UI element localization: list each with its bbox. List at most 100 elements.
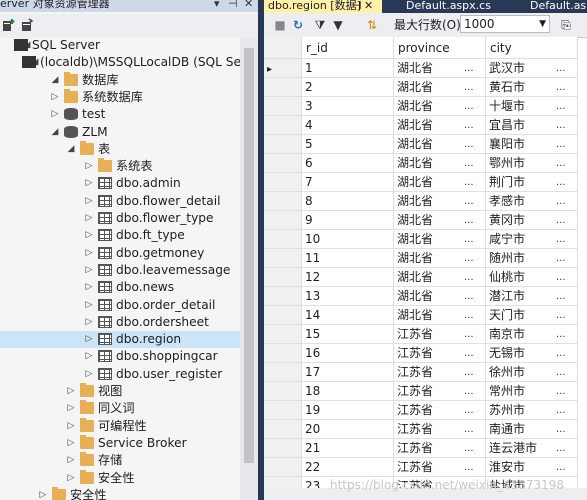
- row-header[interactable]: [264, 363, 302, 382]
- cell-r_id[interactable]: 11: [302, 249, 394, 268]
- table-row[interactable]: 9 湖北省... 黄冈市...: [264, 211, 587, 230]
- tree-node[interactable]: ▷ dbo.leavemessage: [0, 262, 240, 279]
- cell-province[interactable]: 湖北省...: [394, 268, 486, 287]
- tree-node[interactable]: ▷ 存储: [0, 452, 240, 469]
- tree-node[interactable]: ◢(localdb)\MSSQLLocalDB (SQL Server 1: [0, 54, 258, 71]
- cell-province[interactable]: 湖北省...: [394, 211, 486, 230]
- expand-icon[interactable]: ▷: [50, 106, 60, 123]
- expand-icon[interactable]: ▷: [84, 314, 94, 331]
- close-icon[interactable]: ✕: [244, 0, 253, 10]
- tree-node[interactable]: ▷ 安全性: [0, 469, 240, 487]
- collapse-icon[interactable]: ◢: [50, 124, 60, 141]
- cell-province[interactable]: 湖北省...: [394, 287, 486, 306]
- cell-province[interactable]: 湖北省...: [394, 78, 486, 97]
- expand-icon[interactable]: ▷: [84, 227, 94, 244]
- row-header[interactable]: [264, 135, 302, 154]
- tree-node[interactable]: ▷ dbo.flower_type: [0, 210, 240, 227]
- row-header[interactable]: [264, 97, 302, 116]
- cell-province[interactable]: 江苏省...: [394, 363, 486, 382]
- cell-r_id[interactable]: 17: [302, 363, 394, 382]
- tree-node[interactable]: ▷ dbo.getmoney: [0, 245, 240, 262]
- table-row[interactable]: 15 江苏省... 南京市...: [264, 325, 587, 344]
- tree-node[interactable]: ▷ dbo.user_register: [0, 366, 240, 383]
- cell-r_id[interactable]: 4: [302, 116, 394, 135]
- tree-node[interactable]: ▷ 视图: [0, 383, 240, 400]
- row-header[interactable]: [264, 230, 302, 249]
- cell-province[interactable]: 江苏省...: [394, 458, 486, 477]
- add-server-icon[interactable]: [2, 18, 16, 32]
- expand-icon[interactable]: ▷: [66, 418, 76, 435]
- tree-node[interactable]: ◢SQL Server: [0, 37, 240, 54]
- dropdown-icon[interactable]: ▾: [214, 0, 220, 10]
- row-header[interactable]: [264, 173, 302, 192]
- expand-icon[interactable]: ▷: [84, 158, 94, 175]
- script-icon[interactable]: ⎘: [558, 17, 574, 33]
- tree-node[interactable]: ▷ test: [0, 106, 240, 123]
- cell-city[interactable]: 淮安市...: [486, 458, 578, 477]
- cell-city[interactable]: 鄂州市...: [486, 154, 578, 173]
- tab-default-aspx[interactable]: Default.as: [526, 0, 587, 13]
- table-row[interactable]: 19 江苏省... 苏州市...: [264, 401, 587, 420]
- tree-node[interactable]: ▷ 系统表: [0, 158, 240, 175]
- tree-node[interactable]: ▷ dbo.ft_type: [0, 227, 240, 244]
- row-header[interactable]: [264, 344, 302, 363]
- cell-city[interactable]: 咸宁市...: [486, 230, 578, 249]
- cell-city[interactable]: 随州市...: [486, 249, 578, 268]
- tab-region-data[interactable]: dbo.region [数据] ⊣ ✕: [264, 0, 382, 13]
- expand-icon[interactable]: ▷: [84, 297, 94, 314]
- cell-city[interactable]: 连云港市...: [486, 439, 578, 458]
- cell-city[interactable]: 南京市...: [486, 325, 578, 344]
- collapse-icon[interactable]: ◢: [50, 72, 60, 89]
- cell-province[interactable]: 湖北省...: [394, 230, 486, 249]
- cell-province[interactable]: 湖北省...: [394, 59, 486, 78]
- cell-city[interactable]: 常州市...: [486, 382, 578, 401]
- cell-city[interactable]: 襄阳市...: [486, 135, 578, 154]
- row-header[interactable]: [264, 78, 302, 97]
- table-row[interactable]: 21 江苏省... 连云港市...: [264, 439, 587, 458]
- tree-node[interactable]: ▷ dbo.news: [0, 279, 240, 296]
- table-row[interactable]: 7 湖北省... 荆门市...: [264, 173, 587, 192]
- refresh-server-icon[interactable]: [20, 18, 34, 32]
- tab-default-aspx-cs[interactable]: Default.aspx.cs: [402, 0, 530, 13]
- refresh-icon[interactable]: ↻: [290, 17, 306, 33]
- table-row[interactable]: 2 湖北省... 黄石市...: [264, 78, 587, 97]
- cell-province[interactable]: 湖北省...: [394, 173, 486, 192]
- tree-node[interactable]: ▷ Service Broker: [0, 434, 240, 452]
- row-header[interactable]: [264, 458, 302, 477]
- cell-city[interactable]: 黄冈市...: [486, 211, 578, 230]
- row-header[interactable]: [264, 325, 302, 344]
- expand-icon[interactable]: ▷: [66, 470, 76, 487]
- cell-r_id[interactable]: 10: [302, 230, 394, 249]
- cell-province[interactable]: 湖北省...: [394, 135, 486, 154]
- cell-r_id[interactable]: 9: [302, 211, 394, 230]
- expand-icon[interactable]: ▷: [84, 366, 94, 383]
- row-header[interactable]: [264, 268, 302, 287]
- cell-province[interactable]: 江苏省...: [394, 420, 486, 439]
- cell-city[interactable]: 宜昌市...: [486, 116, 578, 135]
- row-header[interactable]: [264, 439, 302, 458]
- table-row[interactable]: 20 江苏省... 南通市...: [264, 420, 587, 439]
- cell-province[interactable]: 湖北省...: [394, 97, 486, 116]
- tree-node[interactable]: ▷ dbo.order_detail: [0, 297, 240, 314]
- table-row[interactable]: 18 江苏省... 常州市...: [264, 382, 587, 401]
- tree-node[interactable]: ◢ 数据库: [0, 71, 240, 89]
- row-header[interactable]: [264, 154, 302, 173]
- table-row[interactable]: 13 湖北省... 潜江市...: [264, 287, 587, 306]
- cell-city[interactable]: 武汉市...: [486, 59, 578, 78]
- expand-icon[interactable]: ▷: [84, 245, 94, 262]
- cell-province[interactable]: 湖北省...: [394, 154, 486, 173]
- table-row[interactable]: 14 湖北省... 天门市...: [264, 306, 587, 325]
- tree-scrollbar-thumb[interactable]: [244, 48, 254, 463]
- cell-r_id[interactable]: 19: [302, 401, 394, 420]
- table-row[interactable]: 22 江苏省... 淮安市...: [264, 458, 587, 477]
- row-header[interactable]: ▸: [264, 59, 302, 78]
- tree-node[interactable]: ▷ 可编程性: [0, 417, 240, 435]
- cell-province[interactable]: 湖北省...: [394, 249, 486, 268]
- cell-r_id[interactable]: 5: [302, 135, 394, 154]
- cell-city[interactable]: 天门市...: [486, 306, 578, 325]
- table-row[interactable]: 8 湖北省... 孝感市...: [264, 192, 587, 211]
- cell-province[interactable]: 江苏省...: [394, 344, 486, 363]
- pin-icon[interactable]: ⊣: [228, 0, 238, 10]
- cell-province[interactable]: 江苏省...: [394, 325, 486, 344]
- table-row[interactable]: 5 湖北省... 襄阳市...: [264, 135, 587, 154]
